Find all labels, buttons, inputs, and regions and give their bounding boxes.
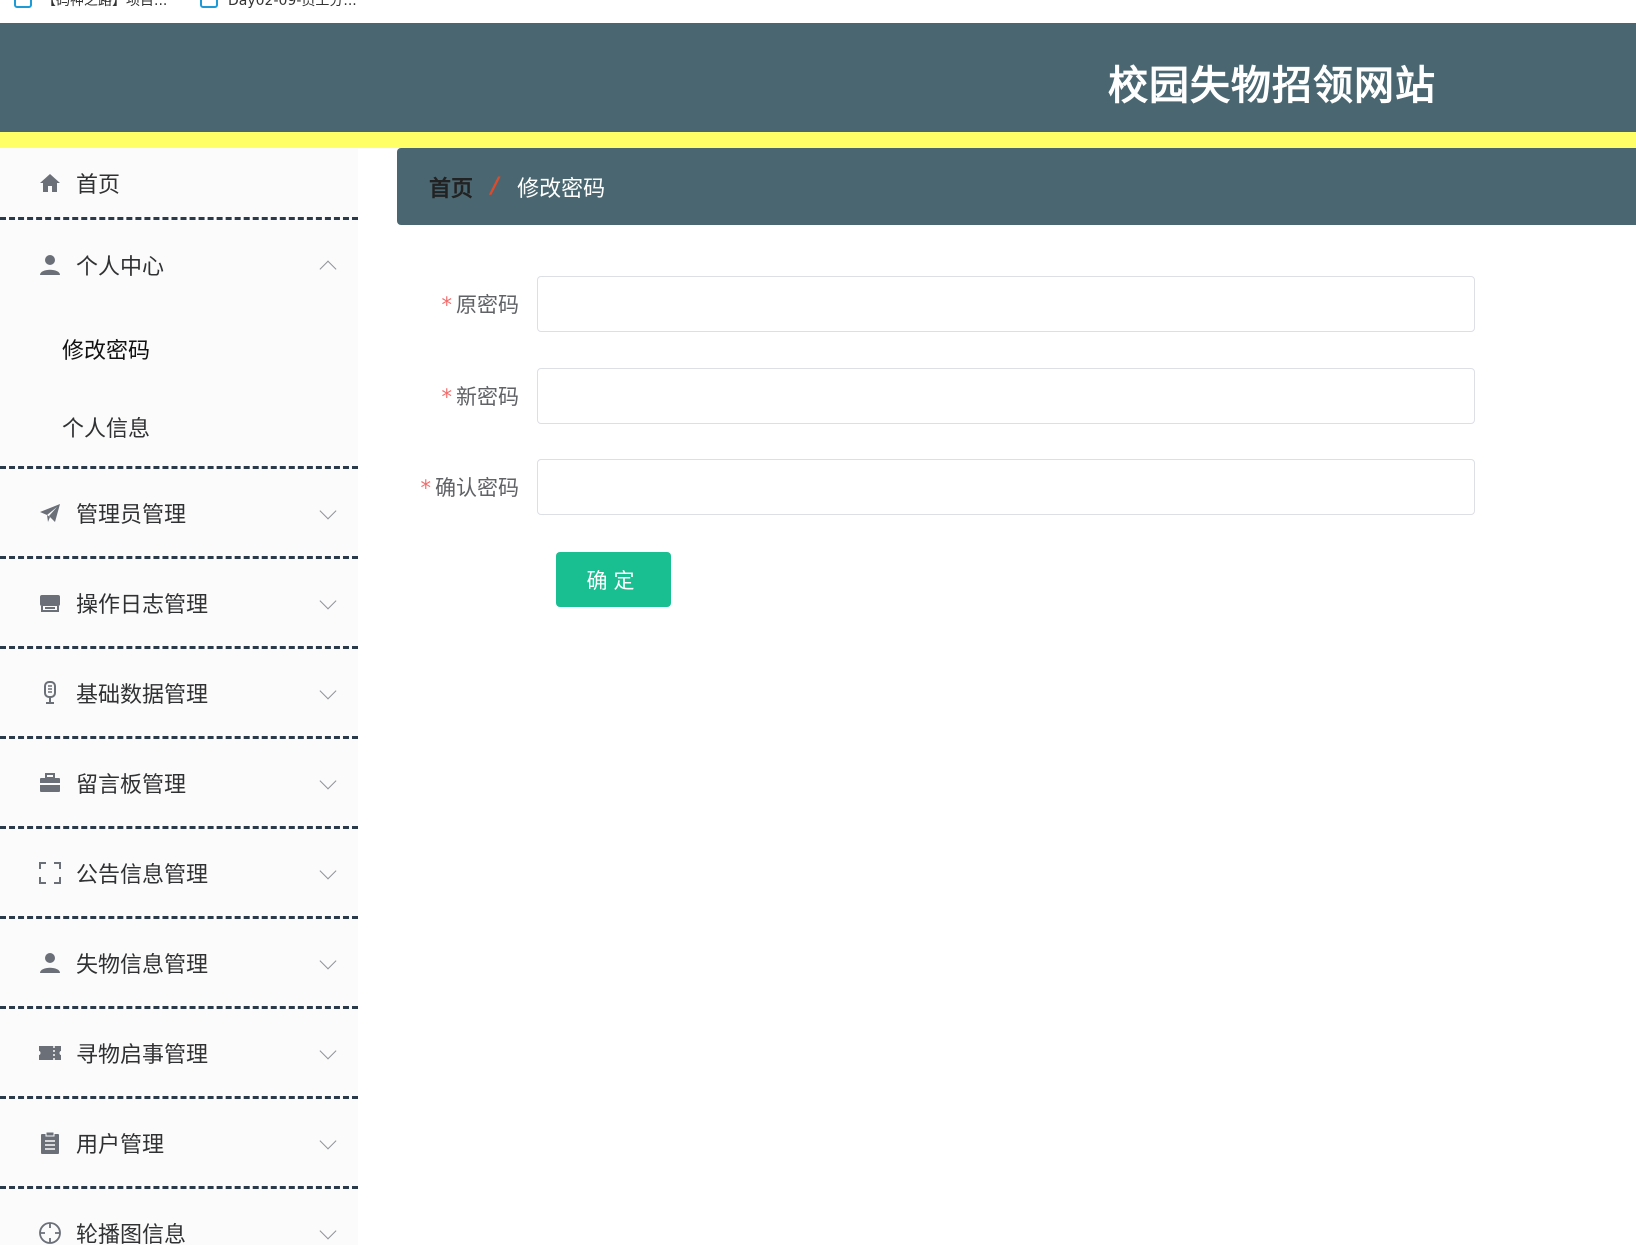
bookmark-item[interactable]: Day02-09-员工分... [200, 0, 357, 9]
user-icon [38, 951, 62, 975]
form-row-old-password: * 原密码 [397, 276, 1497, 332]
required-mark: * [441, 385, 453, 409]
submenu-item-personal-info[interactable]: 个人信息 [0, 388, 358, 466]
sidebar-item-message-board[interactable]: 留言板管理 [0, 739, 358, 829]
sidebar-item-label: 留言板管理 [76, 772, 187, 798]
chevron-down-icon [319, 952, 337, 969]
sidebar-item-label: 个人中心 [76, 255, 165, 280]
chevron-down-icon [319, 502, 337, 519]
chevron-down-icon [319, 772, 337, 789]
new-password-label: * 新密码 [397, 381, 537, 411]
sidebar-item-announcement[interactable]: 公告信息管理 [0, 829, 358, 919]
required-mark: * [441, 293, 453, 317]
chevron-up-icon [319, 260, 337, 278]
sidebar-item-lost-items[interactable]: 失物信息管理 [0, 919, 358, 1009]
sidebar-item-label: 首页 [76, 172, 121, 198]
bookmark-label: Day02-09-员工分... [228, 0, 357, 9]
sidebar-item-label: 操作日志管理 [76, 592, 209, 618]
breadcrumb: 首页 / 修改密码 [397, 148, 1636, 225]
sidebar-item-label: 用户管理 [76, 1132, 165, 1158]
form-row-confirm-password: * 确认密码 [397, 459, 1497, 515]
confirm-password-field[interactable] [537, 459, 1475, 515]
old-password-field[interactable] [537, 276, 1475, 332]
shop-icon [38, 591, 62, 615]
chevron-down-icon [319, 862, 337, 879]
chevron-down-icon [319, 592, 337, 609]
paper-plane-icon [38, 501, 62, 525]
sidebar-item-label: 基础数据管理 [76, 682, 209, 708]
sidebar-item-operation-log[interactable]: 操作日志管理 [0, 559, 358, 649]
breadcrumb-home-link[interactable]: 首页 [429, 171, 473, 203]
fullscreen-icon [38, 861, 62, 885]
old-password-label-text: 原密码 [456, 293, 519, 317]
sidebar-item-user-management[interactable]: 用户管理 [0, 1099, 358, 1189]
sidebar-item-basic-data[interactable]: 基础数据管理 [0, 649, 358, 739]
submenu-item-change-password[interactable]: 修改密码 [0, 310, 358, 388]
new-password-label-text: 新密码 [456, 385, 519, 409]
form-row-new-password: * 新密码 [397, 368, 1497, 424]
chevron-down-icon [319, 1132, 337, 1149]
bookmark-icon [200, 0, 218, 8]
new-password-field[interactable] [537, 368, 1475, 424]
sidebar-item-label: 失物信息管理 [76, 952, 209, 978]
breadcrumb-current: 修改密码 [517, 176, 606, 202]
ticket-icon [38, 1041, 62, 1065]
microphone-icon [38, 680, 62, 705]
sidebar-item-label: 管理员管理 [76, 502, 187, 528]
confirm-password-label: * 确认密码 [397, 472, 537, 502]
sidebar-item-home[interactable]: 首页 [0, 148, 358, 220]
chevron-down-icon [319, 1222, 337, 1239]
sidebar-item-carousel[interactable]: 轮播图信息 [0, 1189, 358, 1245]
breadcrumb-separator: / [491, 174, 500, 199]
sidebar-item-admin-management[interactable]: 管理员管理 [0, 469, 358, 559]
home-icon [38, 171, 62, 195]
old-password-label: * 原密码 [397, 289, 537, 319]
bookmark-icon [14, 0, 32, 8]
confirm-button[interactable]: 确定 [556, 552, 671, 607]
browser-bookmarks-bar: 【码神之路】项目... Day02-09-员工分... [0, 0, 1636, 23]
chevron-down-icon [319, 1042, 337, 1059]
user-icon [38, 253, 62, 277]
chevron-down-icon [319, 682, 337, 699]
header-accent-strip [0, 132, 1636, 148]
sidebar-item-personal-center[interactable]: 个人中心 [0, 220, 358, 310]
clipboard-icon [38, 1131, 62, 1155]
sidebar-menu: 首页 个人中心 修改密码 个人信息 管理员管理 操作日志管理 基础数据管理 留言… [0, 148, 358, 1245]
briefcase-icon [38, 771, 62, 795]
bookmark-label: 【码神之路】项目... [42, 0, 168, 9]
required-mark: * [420, 476, 432, 500]
confirm-password-label-text: 确认密码 [435, 476, 519, 500]
sidebar-item-search-notice[interactable]: 寻物启事管理 [0, 1009, 358, 1099]
site-title: 校园失物招领网站 [1108, 63, 1436, 109]
sidebar-group-personal-center: 个人中心 修改密码 个人信息 [0, 220, 358, 469]
compass-icon [38, 1221, 62, 1245]
sidebar-item-label: 寻物启事管理 [76, 1042, 209, 1068]
sidebar-item-label: 轮播图信息 [76, 1222, 187, 1245]
sidebar-item-label: 公告信息管理 [76, 862, 209, 888]
bookmark-item[interactable]: 【码神之路】项目... [14, 0, 167, 9]
site-header: 校园失物招领网站 [0, 23, 1636, 132]
